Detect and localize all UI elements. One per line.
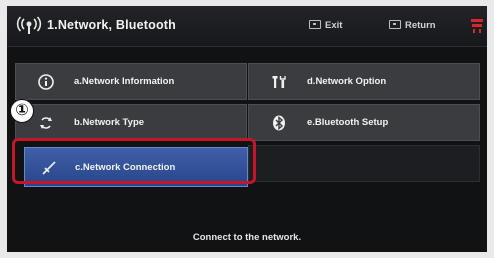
empty-tile (248, 145, 480, 182)
menu-item-network-type[interactable]: b.Network Type (15, 104, 247, 141)
network-type-icon (40, 117, 52, 129)
return-label: Return (405, 20, 436, 31)
menu-item-label: e.Bluetooth Setup (307, 117, 389, 128)
header-bar: 1.Network, Bluetooth Exit Return (7, 6, 487, 47)
highlight-frame (12, 138, 256, 184)
return-key-icon (389, 19, 401, 29)
menu-item-label: d.Network Option (307, 76, 387, 87)
menu-item-bluetooth-setup[interactable]: e.Bluetooth Setup (248, 104, 480, 141)
exit-label: Exit (325, 20, 343, 31)
tv-screen: 1.Network, Bluetooth Exit Return a.Netwo… (7, 6, 487, 252)
exit-button[interactable]: Exit (309, 19, 343, 31)
bluetooth-icon (273, 115, 285, 131)
info-icon (38, 74, 54, 90)
page-title: 1.Network, Bluetooth (47, 18, 177, 32)
status-message: Connect to the network. (192, 232, 302, 243)
wireless-icon (16, 16, 42, 34)
menu-item-label: b.Network Type (74, 117, 145, 128)
exit-key-icon (309, 19, 321, 29)
step-marker: ① (10, 99, 34, 123)
menu-item-network-information[interactable]: a.Network Information (15, 63, 247, 100)
signal-icon (471, 19, 483, 33)
return-button[interactable]: Return (389, 19, 436, 31)
menu-item-label: a.Network Information (74, 76, 175, 87)
tools-icon (272, 76, 286, 88)
menu-item-network-option[interactable]: d.Network Option (248, 63, 480, 100)
